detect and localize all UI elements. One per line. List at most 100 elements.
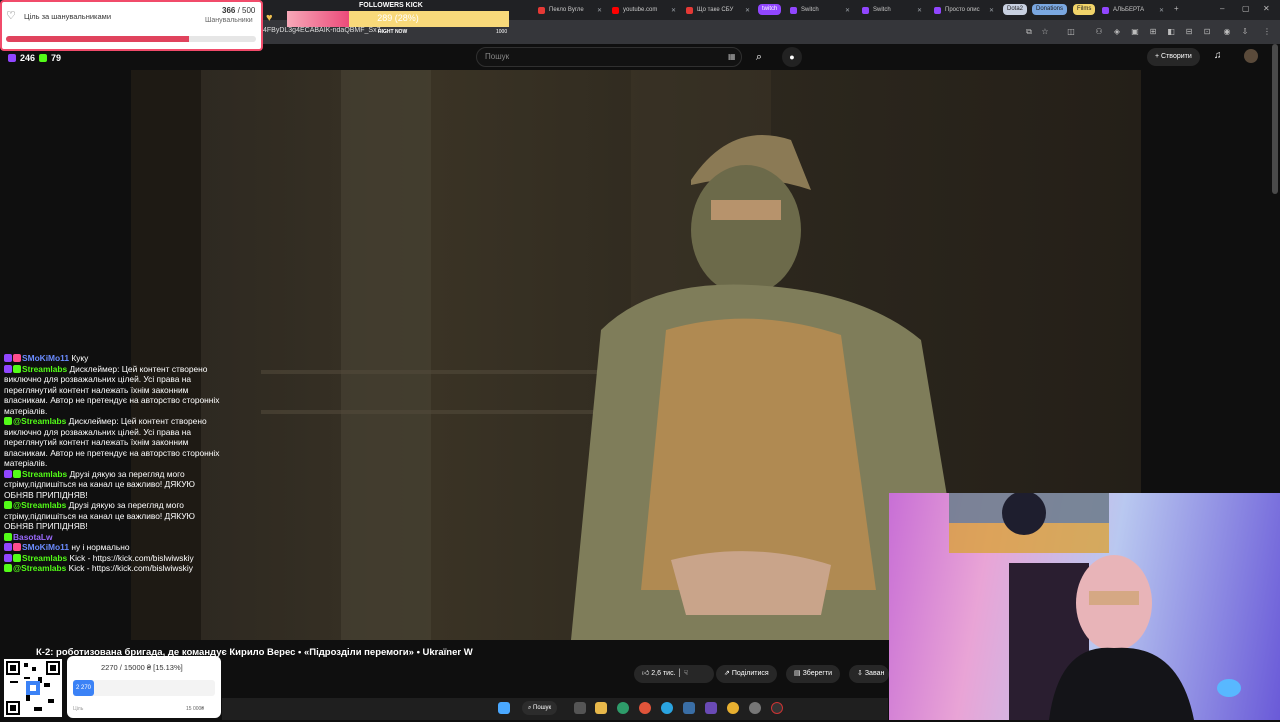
browser-tab[interactable]: АЛЬБЕРТА ✕ — [1098, 2, 1168, 18]
extension-icon[interactable]: ▣ — [1130, 27, 1140, 37]
bell-icon[interactable]: ♫ — [1214, 50, 1222, 61]
menu-icon[interactable]: ⋮ — [1262, 27, 1272, 37]
tab-favicon-icon — [686, 6, 693, 14]
twitch-icon — [4, 364, 12, 373]
mod-icon — [13, 469, 21, 478]
edge-icon[interactable] — [617, 702, 629, 714]
close-icon[interactable]: ✕ — [913, 7, 922, 14]
extension-icon[interactable]: ◧ — [1166, 27, 1176, 37]
minimize-icon[interactable]: – — [1220, 4, 1224, 13]
create-button[interactable]: + Створити — [1147, 48, 1200, 66]
window-close-icon[interactable]: ✕ — [1263, 4, 1270, 13]
task-view-icon[interactable] — [574, 702, 586, 714]
followers-kick-value: 289 (28%) — [377, 13, 419, 23]
obs-icon[interactable] — [771, 702, 783, 714]
bookmark-donations[interactable]: Donations — [1032, 4, 1068, 15]
followers-kick-max: 1000 — [496, 29, 508, 35]
extension-icon[interactable]: ⊟ — [1184, 27, 1194, 37]
profile-icon[interactable]: ◉ — [1222, 27, 1232, 37]
new-tab-icon[interactable]: + — [1174, 4, 1179, 13]
webcam-overlay — [889, 493, 1280, 720]
twitch-icon — [1102, 6, 1109, 14]
settings-icon[interactable] — [749, 702, 761, 714]
url-text[interactable]: 4FByDL3g4ECABAIK-ndaQBMF_Sx7... — [263, 27, 386, 34]
extension-icon[interactable]: ⊡ — [1202, 27, 1212, 37]
windows-start-icon[interactable] — [498, 702, 510, 714]
goal-label: Шанувальники — [205, 17, 253, 24]
close-icon[interactable]: ✕ — [667, 7, 676, 14]
browser-tab[interactable]: Пекло Вугле ✕ — [534, 2, 606, 18]
bookmark-films[interactable]: Films — [1073, 4, 1096, 15]
goal-progress-bar — [6, 36, 256, 42]
search-input[interactable]: Пошук — [476, 47, 742, 67]
download-icon[interactable]: ⇩ — [1240, 27, 1250, 37]
bookmark-dota2[interactable]: Dota2 — [1003, 4, 1028, 15]
thumb-down-icon: ☟ — [683, 670, 689, 677]
maximize-icon[interactable]: ▢ — [1242, 4, 1250, 13]
chat-message: BasotaLw — [4, 532, 224, 543]
chat-message: Streamlabs Друзі дякую за перегляд мого … — [4, 468, 196, 500]
file-explorer-icon[interactable] — [595, 702, 607, 714]
extension-icon[interactable]: ⊞ — [1148, 27, 1158, 37]
kick-icon — [39, 54, 48, 62]
close-icon[interactable]: ✕ — [593, 7, 602, 14]
scrollbar[interactable] — [1272, 44, 1278, 194]
heart-icon: ♥ — [266, 12, 273, 24]
donation-goal-text: 2270 / 15000 ₴ [15.13%] — [101, 663, 183, 672]
taskbar-search[interactable]: ⌕ Пошук — [522, 701, 558, 715]
twitch-icon — [4, 543, 12, 551]
kick-icon — [4, 532, 12, 541]
tab-favicon-icon — [538, 6, 545, 14]
tab-favicon-icon — [612, 6, 619, 14]
donation-max-label: 15 000₴ — [186, 706, 205, 712]
avatar[interactable] — [1244, 49, 1258, 63]
app-icon[interactable] — [683, 702, 695, 714]
browser-tab[interactable]: youtube.com ✕ — [608, 2, 680, 18]
star-icon[interactable]: ☆ — [1040, 27, 1050, 37]
webcam-frame-image — [949, 493, 1241, 720]
firefox-icon[interactable] — [639, 702, 651, 714]
download-icon: ⇩ — [857, 670, 863, 677]
bookmark-icon: ▤ — [794, 670, 801, 677]
like-button[interactable]: 👍︎ 2,6 тис. │ ☟ — [634, 665, 714, 683]
followers-kick-now: RIGHT NOW — [378, 29, 408, 35]
download-button[interactable]: ⇩ Заван — [849, 665, 889, 683]
twitch-icon — [862, 6, 869, 14]
donation-min-label: Ціль — [73, 706, 84, 712]
app-icon[interactable] — [705, 702, 717, 714]
browser-tab[interactable]: Просто опис ✕ — [930, 2, 998, 18]
kick-icon — [4, 417, 12, 425]
browser-tab[interactable]: Що таке СБУ ✕ — [682, 2, 754, 18]
donation-progress-bar — [73, 680, 215, 696]
browser-tab[interactable]: Switch ✕ — [858, 2, 926, 18]
close-icon[interactable]: ✕ — [841, 7, 850, 14]
extension-icon[interactable]: ⚇ — [1094, 27, 1104, 37]
qr-code-icon — [6, 661, 60, 715]
telegram-icon[interactable] — [661, 702, 673, 714]
twitch-icon — [4, 354, 12, 362]
mod-icon — [13, 364, 21, 373]
save-button[interactable]: ▤ Зберегти — [786, 665, 841, 683]
extension-icon[interactable]: ◈ — [1112, 27, 1122, 37]
goal-progress-fill — [6, 36, 189, 42]
chat-message: @Streamlabs Друзі дякую за перегляд мого… — [4, 500, 196, 531]
twitch-icon — [8, 54, 16, 62]
chat-message: @Streamlabs Дисклеймер: Цей контент ство… — [4, 416, 220, 468]
search-icon[interactable]: ⌕ — [748, 47, 770, 67]
chrome-icon[interactable] — [727, 702, 739, 714]
browser-tab[interactable]: Switch ✕ — [786, 2, 854, 18]
keyboard-icon[interactable]: ▦ — [728, 52, 736, 61]
close-icon[interactable]: ✕ — [985, 7, 994, 14]
microphone-icon[interactable]: ● — [782, 47, 802, 67]
mod-icon — [13, 553, 21, 562]
donation-progress-fill: 2 270 — [73, 680, 94, 696]
twitch-icon — [934, 6, 941, 14]
chat-message: SMoKiMo11 ну і нормально — [4, 542, 224, 553]
share-button[interactable]: ⇗ Поділитися — [716, 665, 777, 683]
chat-message: @Streamlabs Kick - https://kick.com/bisl… — [4, 563, 224, 574]
extension-icon[interactable]: ◫ — [1066, 27, 1076, 37]
close-icon[interactable]: ✕ — [1155, 7, 1164, 14]
tab-group-twitch[interactable]: twitch — [758, 4, 782, 15]
close-icon[interactable]: ✕ — [741, 7, 750, 14]
install-icon[interactable]: ⧉ — [1024, 27, 1034, 37]
